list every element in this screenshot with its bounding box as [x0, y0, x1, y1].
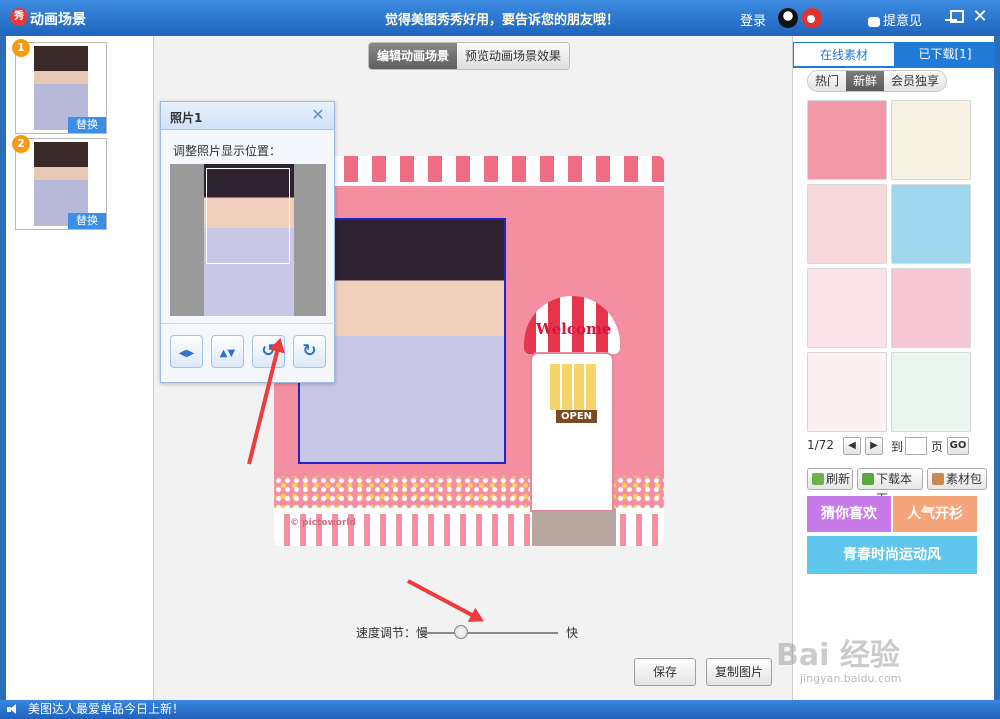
- promo-sporty-style[interactable]: 青春时尚运动风: [807, 536, 977, 574]
- material-panel: 在线素材 已下载[1] 热门 新鲜 会员独享 1/72 ◀ ▶ 到 页 GO 刷…: [792, 36, 995, 700]
- download-icon: [862, 473, 874, 485]
- photo-thumbnail-2[interactable]: 2 替换: [12, 135, 107, 230]
- page-unit-label: 页: [931, 440, 944, 454]
- flip-vertical-icon: ▲▼: [219, 348, 236, 359]
- promo-guess-you-like[interactable]: 猜你喜欢: [807, 496, 891, 532]
- pager: 1/72 ◀ ▶ 到 页 GO: [807, 436, 983, 458]
- slogan-text: 觉得美图秀秀好用，要告诉您的朋友哦！: [385, 13, 620, 28]
- tab-edit-scene[interactable]: 编辑动画场景: [369, 43, 458, 69]
- material-filter-tabs: 热门 新鲜 会员独享: [807, 70, 948, 92]
- download-page-button[interactable]: 下载本页: [857, 468, 923, 506]
- material-tile[interactable]: [891, 352, 971, 432]
- photo-adjust-popup: 照片1 ✕ 调整照片显示位置： ◀▶ ▲▼ ↺ ↻: [160, 101, 336, 383]
- filter-members[interactable]: 会员独享: [884, 71, 947, 91]
- material-tile[interactable]: [807, 184, 887, 264]
- photo-position-preview[interactable]: [170, 164, 326, 316]
- adjust-position-label: 调整照片显示位置：: [173, 144, 282, 158]
- main-window: 1 替换 2 替换 编辑动画场景 预览动画场景效果 Welcome OPEN ©…: [6, 36, 995, 700]
- photo-index-badge: 1: [12, 39, 30, 57]
- speed-slider-track[interactable]: [422, 632, 558, 634]
- feedback-button[interactable]: 提意见: [868, 10, 922, 29]
- flip-horizontal-icon: ◀▶: [178, 348, 195, 359]
- speed-slider-handle[interactable]: [454, 625, 468, 639]
- material-tabs: 在线素材 已下载[1]: [793, 42, 995, 66]
- baidu-watermark: Bai 经验: [776, 638, 900, 673]
- divider: [161, 323, 336, 324]
- rotate-right-icon: ↻: [302, 341, 317, 361]
- filter-hot[interactable]: 热门: [808, 71, 847, 91]
- material-pack-button[interactable]: 素材包: [927, 468, 987, 490]
- close-window-button[interactable]: ✕: [972, 8, 988, 26]
- maximize-button[interactable]: [950, 10, 964, 23]
- qq-icon[interactable]: [778, 8, 798, 28]
- copy-image-button[interactable]: 复制图片: [706, 658, 772, 686]
- tab-underline: [793, 66, 995, 68]
- replace-button[interactable]: 替换: [68, 117, 106, 133]
- refresh-label: 刷新: [826, 472, 851, 486]
- speaker-icon: [7, 704, 19, 715]
- material-tile[interactable]: [807, 352, 887, 432]
- scene-mode-tabs: 编辑动画场景 预览动画场景效果: [368, 42, 571, 70]
- popup-title: 照片1: [170, 111, 203, 125]
- flip-vertical-button[interactable]: ▲▼: [211, 335, 244, 368]
- refresh-button[interactable]: 刷新: [807, 468, 853, 490]
- material-tile[interactable]: [891, 184, 971, 264]
- tab-online-material[interactable]: 在线素材: [793, 42, 895, 66]
- speed-fast-label: 快: [566, 626, 579, 640]
- crop-selection-box[interactable]: [206, 168, 290, 264]
- prev-page-button[interactable]: ◀: [843, 437, 861, 455]
- replace-button[interactable]: 替换: [68, 213, 106, 229]
- weibo-icon[interactable]: [802, 8, 822, 28]
- status-bar: 美图达人最爱单品今日上新！: [0, 700, 1000, 719]
- popup-header[interactable]: 照片1 ✕: [161, 102, 334, 130]
- speed-label: 速度调节：慢: [356, 626, 429, 640]
- stone-path-decoration: [532, 508, 616, 546]
- brand-watermark: © pictoworld: [290, 518, 356, 528]
- login-link[interactable]: 登录: [740, 10, 766, 29]
- material-pack-label: 素材包: [946, 472, 983, 486]
- flip-horizontal-button[interactable]: ◀▶: [170, 335, 203, 368]
- goto-label: 到: [891, 440, 904, 454]
- tab-downloaded[interactable]: 已下载[1]: [895, 42, 995, 66]
- title-bar: 秀 动画场景 觉得美图秀秀好用，要告诉您的朋友哦！ 登录 提意见 ✕: [0, 0, 1000, 36]
- refresh-icon: [812, 473, 824, 485]
- go-button[interactable]: GO: [947, 437, 969, 455]
- app-logo-icon: 秀: [10, 8, 28, 26]
- tab-preview-scene[interactable]: 预览动画场景效果: [457, 43, 570, 69]
- open-sign: OPEN: [556, 410, 598, 423]
- app-title: 动画场景: [30, 12, 86, 28]
- rotate-right-button[interactable]: ↻: [293, 335, 326, 368]
- package-icon: [932, 473, 944, 485]
- next-page-button[interactable]: ▶: [865, 437, 883, 455]
- page-indicator: 1/72: [807, 438, 834, 452]
- save-button[interactable]: 保存: [634, 658, 696, 686]
- page-number-input[interactable]: [905, 437, 927, 455]
- close-icon[interactable]: ✕: [310, 107, 326, 123]
- photo-thumbnail-1[interactable]: 1 替换: [12, 39, 107, 134]
- feedback-label: 提意见: [883, 14, 923, 29]
- material-tile[interactable]: [891, 100, 971, 180]
- material-grid: [807, 100, 971, 432]
- chat-bubble-icon: [868, 16, 880, 27]
- material-tile[interactable]: [891, 268, 971, 348]
- material-tile[interactable]: [807, 100, 887, 180]
- welcome-sign: Welcome: [536, 320, 612, 338]
- door-decoration: [530, 352, 614, 512]
- photo-index-badge: 2: [12, 135, 30, 153]
- promo-popular-cardigan[interactable]: 人气开衫: [893, 496, 977, 532]
- material-tile[interactable]: [807, 268, 887, 348]
- baidu-watermark-url: jingyan.baidu.com: [800, 672, 902, 685]
- photo-list-panel: 1 替换 2 替换: [6, 36, 154, 700]
- annotation-arrow-icon: [407, 579, 477, 619]
- news-ticker[interactable]: 美图达人最爱单品今日上新！: [28, 700, 184, 719]
- filter-new[interactable]: 新鲜: [846, 71, 885, 91]
- door-window: [550, 364, 596, 410]
